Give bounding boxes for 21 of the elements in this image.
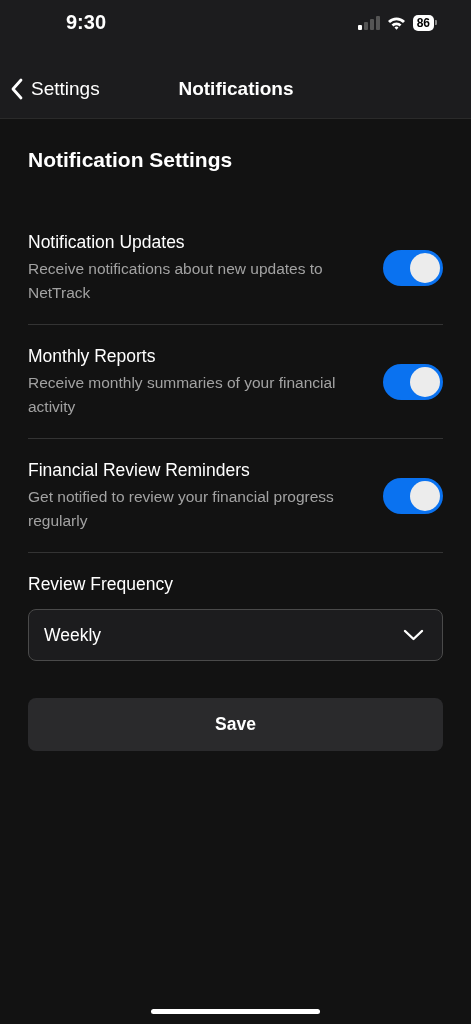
setting-title: Monthly Reports xyxy=(28,345,157,367)
back-button[interactable]: Settings xyxy=(0,78,100,100)
chevron-down-icon xyxy=(403,629,424,641)
screen-title: Notifications xyxy=(178,78,294,99)
wifi-icon xyxy=(386,15,406,30)
field-label: Review Frequency xyxy=(28,573,174,595)
toggle-switch[interactable] xyxy=(383,364,443,400)
setting-description: Get notified to review your financial progress regularly xyxy=(28,487,335,531)
back-chevron-icon xyxy=(10,78,23,100)
section-title: Notification Settings xyxy=(28,148,233,171)
status-time: 9:30 xyxy=(66,11,107,34)
toggle-switch[interactable] xyxy=(383,478,443,514)
setting-title: Financial Review Reminders xyxy=(28,459,251,481)
frequency-dropdown[interactable]: Weekly xyxy=(28,609,443,661)
setting-title: Notification Updates xyxy=(28,231,186,253)
save-button[interactable]: Save xyxy=(28,698,443,751)
battery-icon: 86 xyxy=(412,14,437,31)
signal-icon xyxy=(357,15,380,30)
setting-description: Receive monthly summaries of your financial activity xyxy=(28,373,337,417)
setting-description: Receive notifications about new updates to NetTrack xyxy=(28,259,324,303)
toggle-switch[interactable] xyxy=(383,250,443,286)
